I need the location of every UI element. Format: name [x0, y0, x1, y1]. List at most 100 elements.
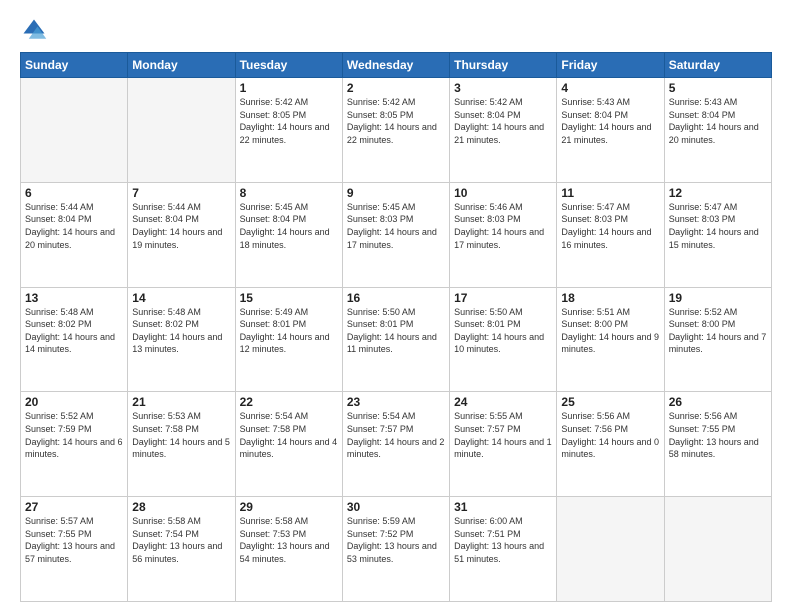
- calendar-cell: 11 Sunrise: 5:47 AMSunset: 8:03 PMDaylig…: [557, 182, 664, 287]
- day-number: 4: [561, 81, 659, 95]
- day-number: 9: [347, 186, 445, 200]
- calendar-header-row: SundayMondayTuesdayWednesdayThursdayFrid…: [21, 53, 772, 78]
- day-number: 6: [25, 186, 123, 200]
- day-info: Sunrise: 5:47 AMSunset: 8:03 PMDaylight:…: [561, 201, 659, 251]
- day-number: 17: [454, 291, 552, 305]
- day-number: 26: [669, 395, 767, 409]
- day-number: 19: [669, 291, 767, 305]
- calendar-cell: 30 Sunrise: 5:59 AMSunset: 7:52 PMDaylig…: [342, 497, 449, 602]
- calendar-cell: 14 Sunrise: 5:48 AMSunset: 8:02 PMDaylig…: [128, 287, 235, 392]
- calendar-cell: 10 Sunrise: 5:46 AMSunset: 8:03 PMDaylig…: [450, 182, 557, 287]
- logo: [20, 16, 52, 44]
- calendar-cell: 27 Sunrise: 5:57 AMSunset: 7:55 PMDaylig…: [21, 497, 128, 602]
- day-info: Sunrise: 5:42 AMSunset: 8:05 PMDaylight:…: [240, 96, 338, 146]
- week-row-1: 1 Sunrise: 5:42 AMSunset: 8:05 PMDayligh…: [21, 78, 772, 183]
- day-number: 15: [240, 291, 338, 305]
- day-number: 24: [454, 395, 552, 409]
- day-info: Sunrise: 5:54 AMSunset: 7:58 PMDaylight:…: [240, 410, 338, 460]
- calendar-cell: [664, 497, 771, 602]
- day-info: Sunrise: 5:48 AMSunset: 8:02 PMDaylight:…: [25, 306, 123, 356]
- calendar-header-wednesday: Wednesday: [342, 53, 449, 78]
- day-number: 2: [347, 81, 445, 95]
- day-number: 28: [132, 500, 230, 514]
- day-number: 27: [25, 500, 123, 514]
- day-number: 25: [561, 395, 659, 409]
- day-number: 22: [240, 395, 338, 409]
- calendar-cell: 13 Sunrise: 5:48 AMSunset: 8:02 PMDaylig…: [21, 287, 128, 392]
- calendar-cell: 29 Sunrise: 5:58 AMSunset: 7:53 PMDaylig…: [235, 497, 342, 602]
- day-info: Sunrise: 5:50 AMSunset: 8:01 PMDaylight:…: [347, 306, 445, 356]
- calendar-cell: [21, 78, 128, 183]
- calendar-cell: 26 Sunrise: 5:56 AMSunset: 7:55 PMDaylig…: [664, 392, 771, 497]
- calendar-cell: 17 Sunrise: 5:50 AMSunset: 8:01 PMDaylig…: [450, 287, 557, 392]
- day-number: 8: [240, 186, 338, 200]
- day-info: Sunrise: 6:00 AMSunset: 7:51 PMDaylight:…: [454, 515, 552, 565]
- day-number: 31: [454, 500, 552, 514]
- day-info: Sunrise: 5:49 AMSunset: 8:01 PMDaylight:…: [240, 306, 338, 356]
- page: SundayMondayTuesdayWednesdayThursdayFrid…: [0, 0, 792, 612]
- calendar-cell: 9 Sunrise: 5:45 AMSunset: 8:03 PMDayligh…: [342, 182, 449, 287]
- calendar-cell: 7 Sunrise: 5:44 AMSunset: 8:04 PMDayligh…: [128, 182, 235, 287]
- calendar-cell: 28 Sunrise: 5:58 AMSunset: 7:54 PMDaylig…: [128, 497, 235, 602]
- day-info: Sunrise: 5:45 AMSunset: 8:03 PMDaylight:…: [347, 201, 445, 251]
- day-number: 1: [240, 81, 338, 95]
- calendar-cell: 2 Sunrise: 5:42 AMSunset: 8:05 PMDayligh…: [342, 78, 449, 183]
- day-info: Sunrise: 5:56 AMSunset: 7:56 PMDaylight:…: [561, 410, 659, 460]
- calendar-header-saturday: Saturday: [664, 53, 771, 78]
- week-row-3: 13 Sunrise: 5:48 AMSunset: 8:02 PMDaylig…: [21, 287, 772, 392]
- calendar-cell: 5 Sunrise: 5:43 AMSunset: 8:04 PMDayligh…: [664, 78, 771, 183]
- day-info: Sunrise: 5:57 AMSunset: 7:55 PMDaylight:…: [25, 515, 123, 565]
- calendar-header-thursday: Thursday: [450, 53, 557, 78]
- day-number: 29: [240, 500, 338, 514]
- day-info: Sunrise: 5:46 AMSunset: 8:03 PMDaylight:…: [454, 201, 552, 251]
- calendar-header-tuesday: Tuesday: [235, 53, 342, 78]
- day-info: Sunrise: 5:59 AMSunset: 7:52 PMDaylight:…: [347, 515, 445, 565]
- calendar-cell: 6 Sunrise: 5:44 AMSunset: 8:04 PMDayligh…: [21, 182, 128, 287]
- day-info: Sunrise: 5:44 AMSunset: 8:04 PMDaylight:…: [25, 201, 123, 251]
- day-info: Sunrise: 5:43 AMSunset: 8:04 PMDaylight:…: [561, 96, 659, 146]
- day-info: Sunrise: 5:51 AMSunset: 8:00 PMDaylight:…: [561, 306, 659, 356]
- day-info: Sunrise: 5:47 AMSunset: 8:03 PMDaylight:…: [669, 201, 767, 251]
- calendar-cell: 24 Sunrise: 5:55 AMSunset: 7:57 PMDaylig…: [450, 392, 557, 497]
- logo-icon: [20, 16, 48, 44]
- day-info: Sunrise: 5:56 AMSunset: 7:55 PMDaylight:…: [669, 410, 767, 460]
- day-info: Sunrise: 5:58 AMSunset: 7:53 PMDaylight:…: [240, 515, 338, 565]
- calendar-cell: 15 Sunrise: 5:49 AMSunset: 8:01 PMDaylig…: [235, 287, 342, 392]
- day-info: Sunrise: 5:48 AMSunset: 8:02 PMDaylight:…: [132, 306, 230, 356]
- day-info: Sunrise: 5:45 AMSunset: 8:04 PMDaylight:…: [240, 201, 338, 251]
- day-info: Sunrise: 5:52 AMSunset: 8:00 PMDaylight:…: [669, 306, 767, 356]
- calendar-cell: 25 Sunrise: 5:56 AMSunset: 7:56 PMDaylig…: [557, 392, 664, 497]
- calendar-cell: 12 Sunrise: 5:47 AMSunset: 8:03 PMDaylig…: [664, 182, 771, 287]
- day-info: Sunrise: 5:44 AMSunset: 8:04 PMDaylight:…: [132, 201, 230, 251]
- day-number: 21: [132, 395, 230, 409]
- day-number: 7: [132, 186, 230, 200]
- calendar-cell: 4 Sunrise: 5:43 AMSunset: 8:04 PMDayligh…: [557, 78, 664, 183]
- day-number: 16: [347, 291, 445, 305]
- calendar-cell: 21 Sunrise: 5:53 AMSunset: 7:58 PMDaylig…: [128, 392, 235, 497]
- day-number: 14: [132, 291, 230, 305]
- calendar-table: SundayMondayTuesdayWednesdayThursdayFrid…: [20, 52, 772, 602]
- day-info: Sunrise: 5:50 AMSunset: 8:01 PMDaylight:…: [454, 306, 552, 356]
- calendar-cell: 23 Sunrise: 5:54 AMSunset: 7:57 PMDaylig…: [342, 392, 449, 497]
- day-info: Sunrise: 5:42 AMSunset: 8:05 PMDaylight:…: [347, 96, 445, 146]
- day-number: 3: [454, 81, 552, 95]
- calendar-cell: 31 Sunrise: 6:00 AMSunset: 7:51 PMDaylig…: [450, 497, 557, 602]
- day-number: 20: [25, 395, 123, 409]
- day-info: Sunrise: 5:54 AMSunset: 7:57 PMDaylight:…: [347, 410, 445, 460]
- day-number: 30: [347, 500, 445, 514]
- calendar-header-sunday: Sunday: [21, 53, 128, 78]
- calendar-cell: 20 Sunrise: 5:52 AMSunset: 7:59 PMDaylig…: [21, 392, 128, 497]
- calendar-header-friday: Friday: [557, 53, 664, 78]
- day-info: Sunrise: 5:43 AMSunset: 8:04 PMDaylight:…: [669, 96, 767, 146]
- day-info: Sunrise: 5:53 AMSunset: 7:58 PMDaylight:…: [132, 410, 230, 460]
- day-number: 23: [347, 395, 445, 409]
- day-number: 5: [669, 81, 767, 95]
- week-row-4: 20 Sunrise: 5:52 AMSunset: 7:59 PMDaylig…: [21, 392, 772, 497]
- week-row-2: 6 Sunrise: 5:44 AMSunset: 8:04 PMDayligh…: [21, 182, 772, 287]
- calendar-cell: 19 Sunrise: 5:52 AMSunset: 8:00 PMDaylig…: [664, 287, 771, 392]
- day-info: Sunrise: 5:42 AMSunset: 8:04 PMDaylight:…: [454, 96, 552, 146]
- day-number: 18: [561, 291, 659, 305]
- day-number: 12: [669, 186, 767, 200]
- calendar-cell: [128, 78, 235, 183]
- day-number: 13: [25, 291, 123, 305]
